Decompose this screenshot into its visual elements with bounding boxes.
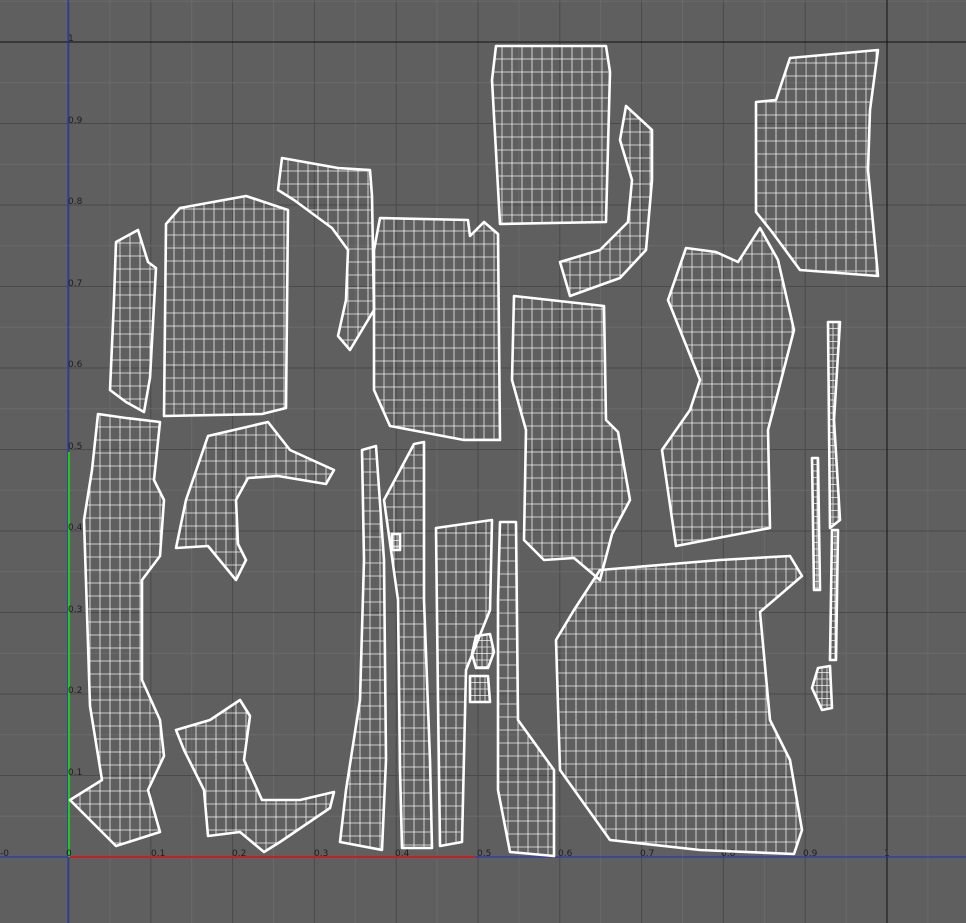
v-tick-label: 0.7 (68, 279, 82, 289)
u-tick-label: 0.1 (151, 849, 165, 859)
u-tick-label: 0 (66, 849, 72, 859)
uv-island-long-strip-a[interactable] (338, 444, 388, 852)
uv-island-large-hood-panel[interactable] (554, 554, 804, 856)
v-tick-label: 0.6 (68, 360, 83, 370)
v-tick-label: 0.2 (68, 686, 82, 696)
island-wireframe-mesh (176, 422, 334, 580)
u-tick-label: 0.7 (640, 849, 654, 859)
uv-editor-viewport[interactable]: -0 0 0.1 0.2 0.3 0.4 0.5 0.6 0.7 0.8 0.9… (0, 0, 966, 923)
u-tick-label: 1 (884, 849, 890, 859)
u-tick-label: 0.6 (558, 849, 573, 859)
u-tick-label: 0.4 (395, 849, 410, 859)
island-wireframe-mesh (556, 556, 802, 854)
uv-island-top-right-panel[interactable] (754, 48, 880, 278)
v-tick-label: 0.4 (68, 523, 83, 533)
island-wireframe-mesh (756, 50, 878, 276)
v-tick-label: 0.1 (68, 768, 82, 778)
v-tick-label: 1 (68, 34, 74, 44)
island-wireframe-mesh (812, 666, 832, 710)
u-tick-label: 0.2 (232, 849, 246, 859)
island-wireframe-mesh (662, 228, 794, 546)
island-wireframe-mesh (278, 158, 374, 350)
uv-island-long-strip-b[interactable] (382, 440, 434, 850)
uv-island-long-strip-c[interactable] (434, 518, 494, 848)
v-tick-label: 0.5 (68, 442, 82, 452)
uv-island-arm-piece-top[interactable] (174, 420, 336, 582)
v-tick-label: 0.3 (68, 605, 82, 615)
v-tick-label: 0.8 (68, 197, 83, 207)
grid (0, 0, 966, 923)
uv-island-small-badge-a (470, 632, 496, 670)
uv-island-front-left-panel[interactable] (162, 194, 290, 418)
uv-island-upper-arc-piece[interactable] (276, 156, 376, 352)
island-wireframe-mesh (492, 46, 610, 224)
u-tick-label: 0.5 (477, 849, 491, 859)
u-tick-label: 0.3 (314, 849, 328, 859)
uv-canvas[interactable]: -0 0 0.1 0.2 0.3 0.4 0.5 0.6 0.7 0.8 0.9… (0, 0, 966, 923)
u-tick-label: -0 (0, 849, 9, 859)
v-tick-label: 0.9 (68, 116, 83, 126)
island-wireframe-mesh (164, 196, 288, 416)
island-wireframe-mesh (70, 414, 164, 846)
u-tick-label: 0.9 (803, 849, 818, 859)
